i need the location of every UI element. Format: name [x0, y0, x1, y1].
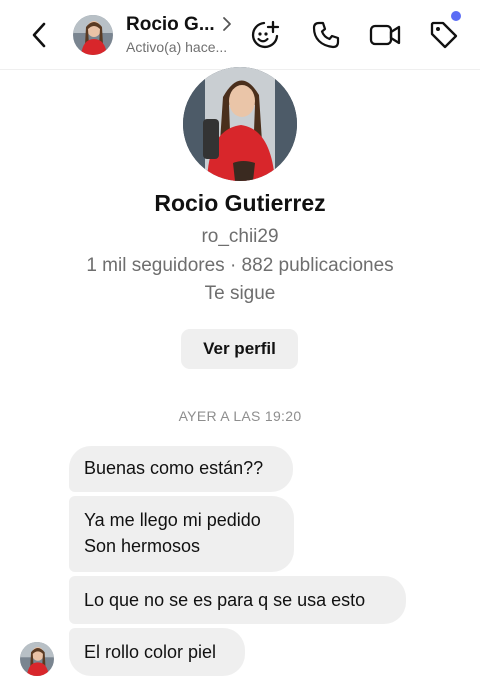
- sender-avatar[interactable]: [20, 642, 54, 676]
- back-chevron-icon: [32, 22, 46, 48]
- contact-avatar[interactable]: [73, 15, 113, 55]
- message-bubble[interactable]: Ya me llego mi pedido Son hermosos: [69, 496, 294, 572]
- sticker-icon: [251, 20, 280, 49]
- message-text: Lo que no se es para q se usa esto: [84, 590, 366, 610]
- video-icon: [369, 24, 401, 46]
- message-bubble[interactable]: El rollo color piel: [69, 628, 245, 676]
- profile-username: ro_chii29: [201, 226, 279, 247]
- message-text: Son hermosos: [84, 536, 201, 556]
- view-profile-button[interactable]: Ver perfil: [181, 329, 298, 369]
- phone-icon: [312, 21, 340, 49]
- message-timestamp: AYER A LAS 19:20: [178, 408, 302, 424]
- notification-dot: [451, 11, 461, 21]
- call-button[interactable]: [308, 17, 344, 53]
- video-call-button[interactable]: [367, 17, 403, 53]
- message-text: El rollo color piel: [84, 642, 217, 662]
- message-bubble[interactable]: Lo que no se es para q se usa esto: [69, 576, 406, 624]
- chevron-right-icon[interactable]: [220, 15, 234, 33]
- contact-name[interactable]: Rocio G...: [126, 14, 215, 36]
- message-bubble[interactable]: Buenas como están??: [69, 446, 293, 492]
- back-button[interactable]: [22, 18, 56, 52]
- message-text: Ya me llego mi pedido: [84, 510, 261, 530]
- activity-status: Activo(a) hace...: [126, 39, 228, 55]
- tag-button[interactable]: [426, 17, 462, 53]
- message-text: Buenas como están??: [84, 458, 264, 478]
- avatar-photo: [73, 15, 113, 55]
- sticker-button[interactable]: [247, 17, 283, 53]
- chat-header: Rocio G... Activo(a) hace...: [0, 0, 480, 70]
- profile-stats: 1 mil seguidores · 882 publicaciones: [86, 255, 394, 276]
- profile-photo: [183, 67, 297, 181]
- profile-full-name: Rocio Gutierrez: [154, 190, 326, 216]
- tag-icon: [430, 21, 458, 49]
- follows-you-label: Te sigue: [204, 283, 276, 304]
- avatar-photo: [20, 642, 54, 676]
- profile-avatar[interactable]: [183, 67, 297, 181]
